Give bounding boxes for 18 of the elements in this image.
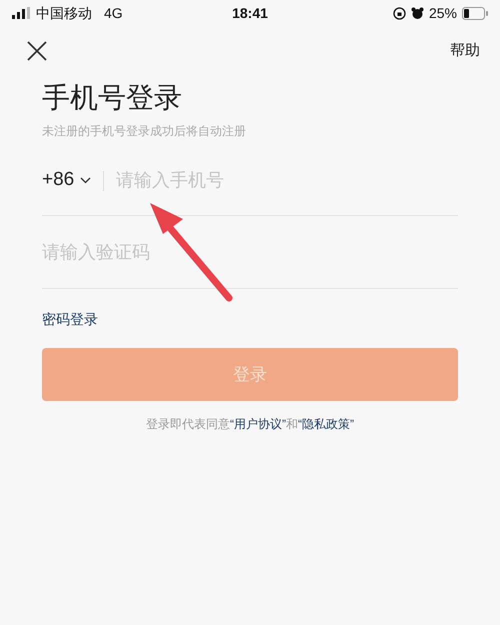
subtitle: 未注册的手机号登录成功后将自动注册 xyxy=(42,123,247,140)
rotation-lock-icon xyxy=(392,6,406,20)
carrier-name: 中国移动 xyxy=(36,4,92,22)
help-link[interactable]: 帮助 xyxy=(450,40,480,62)
network-type: 4G xyxy=(104,4,123,22)
chevron-down-icon xyxy=(80,177,92,184)
country-code-selector[interactable]: +86 xyxy=(42,166,92,195)
alarm-icon xyxy=(410,6,424,20)
battery-icon xyxy=(462,6,488,20)
close-icon[interactable] xyxy=(26,40,48,62)
clock-time: 18:41 xyxy=(232,4,268,22)
signal-icon xyxy=(12,7,32,19)
agreement-text: 登录即代表同意“用户协议”和“隐私政策” xyxy=(145,416,355,433)
password-login-link[interactable]: 密码登录 xyxy=(42,309,98,330)
privacy-link[interactable]: “隐私政策” xyxy=(298,417,354,431)
page-title: 手机号登录 xyxy=(42,81,183,115)
terms-link[interactable]: “用户协议” xyxy=(230,417,286,431)
battery-percent: 25% xyxy=(428,4,457,22)
